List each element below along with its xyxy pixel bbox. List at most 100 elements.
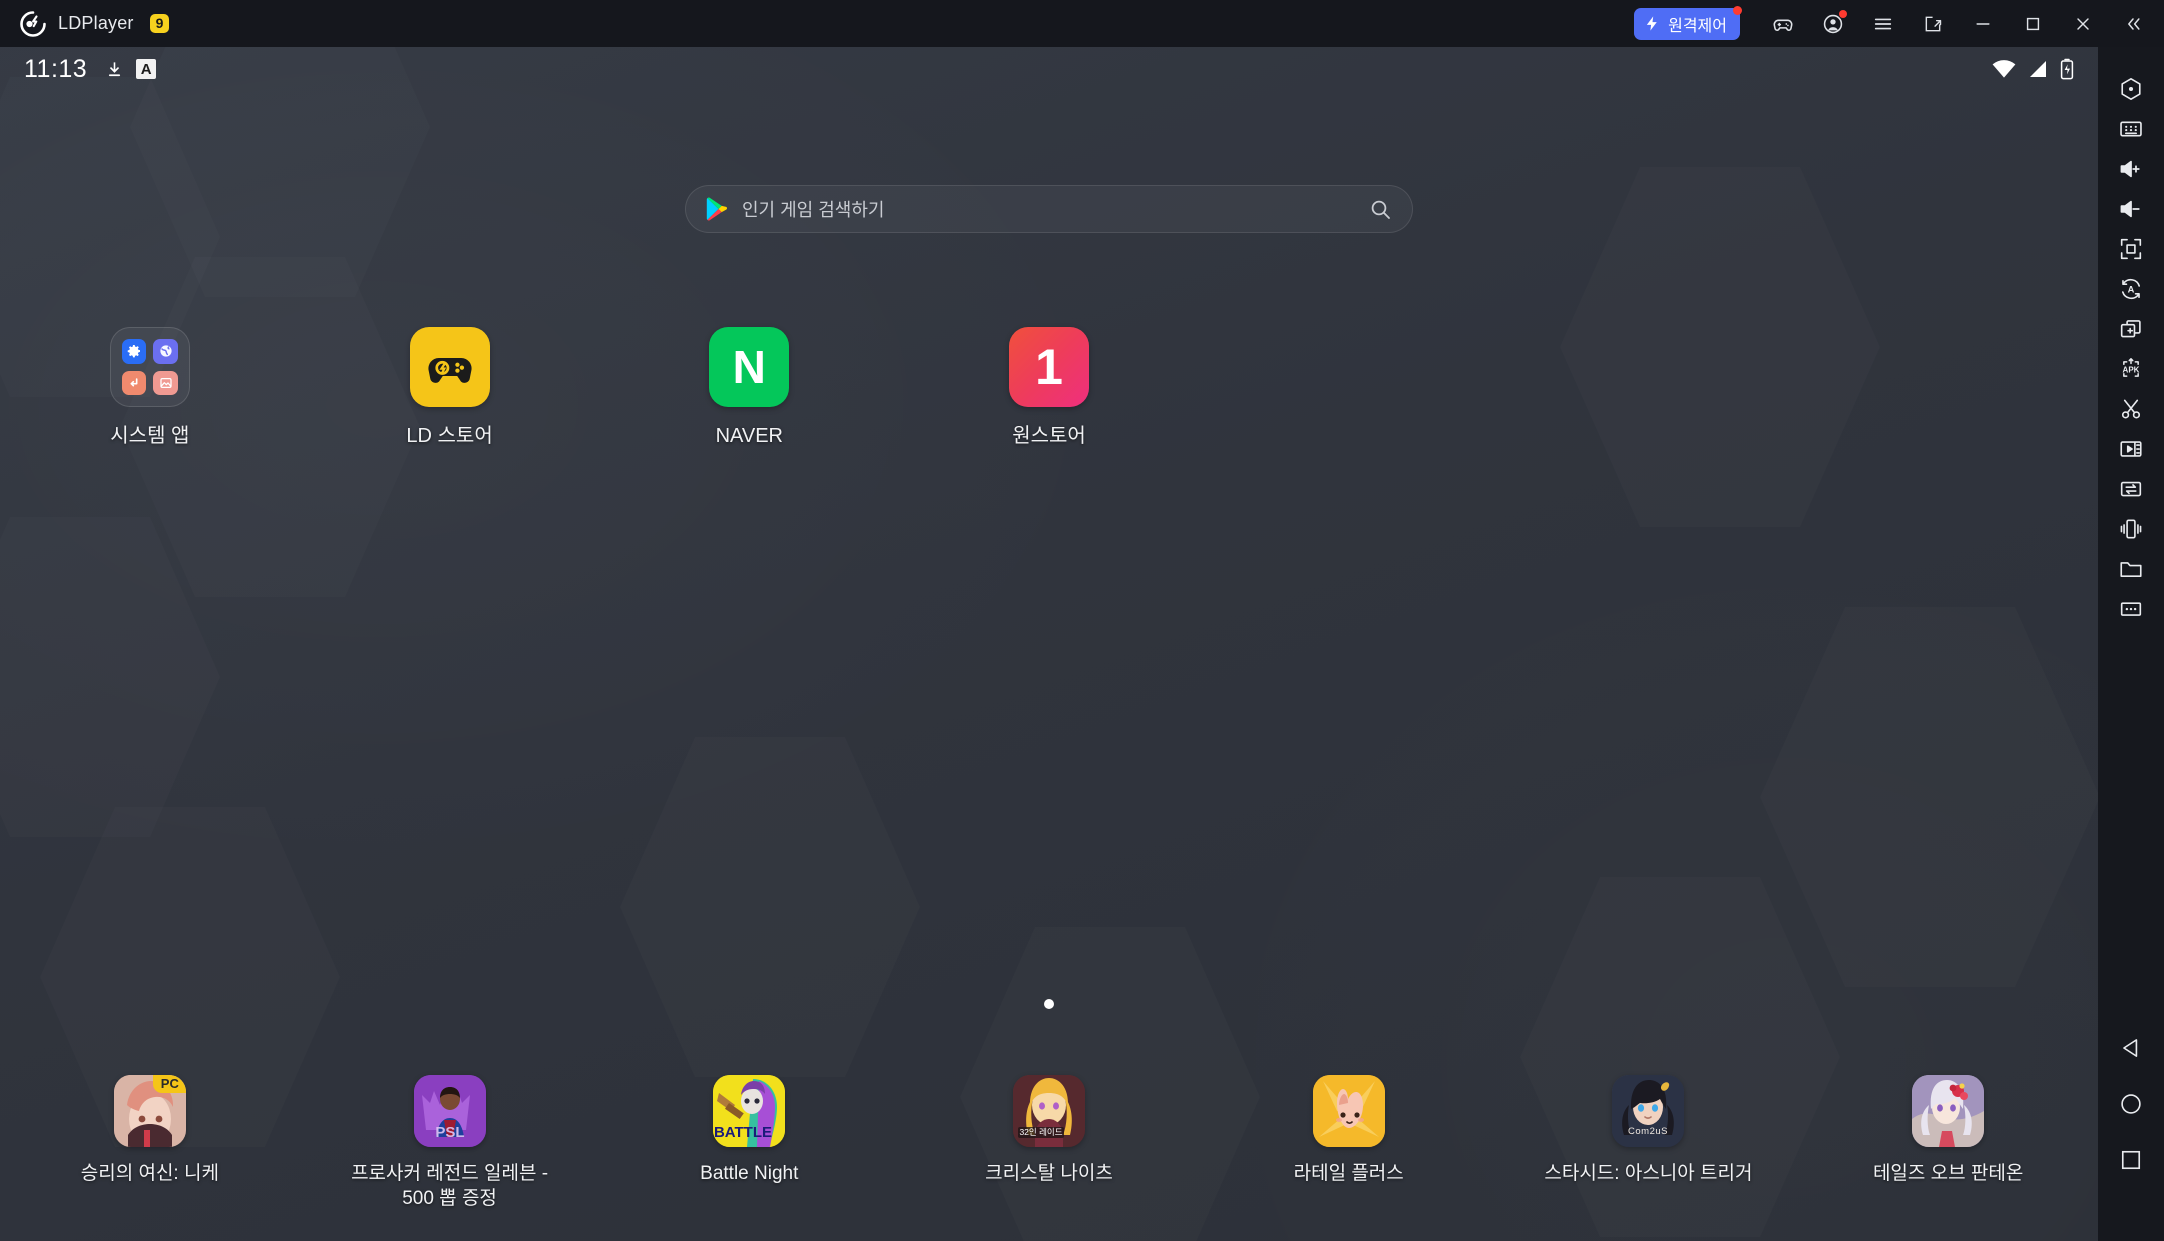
dock-app-pro-soccer[interactable]: PSL 프로사커 레전드 일레븐 - 500 뽑 증정 [300, 1074, 600, 1211]
android-back-icon [2118, 1035, 2144, 1061]
android-recents-button[interactable] [2118, 1147, 2144, 1173]
app-label: 원스토어 [1012, 425, 1086, 447]
search-icon[interactable] [1368, 197, 1392, 221]
one-store-glyph: 1 [1035, 339, 1063, 395]
sidebar-sync-transfer-button[interactable] [2104, 469, 2158, 509]
app-title: LDPlayer [58, 13, 134, 33]
dock-app-tales-of-pantheon[interactable]: 테일즈 오브 판테온 [1798, 1074, 2098, 1186]
remote-control-label: 원격제어 [1668, 17, 1727, 35]
svg-text:APK: APK [2123, 366, 2140, 375]
app-icon-system-apps[interactable]: 시스템 앱 [0, 327, 300, 449]
sidebar-volume-up-button[interactable] [2104, 149, 2158, 189]
settings-hexagon-icon [2118, 76, 2144, 102]
play-search-bar[interactable]: 인기 게임 검색하기 [685, 185, 1413, 233]
status-left-icons: A [105, 59, 157, 79]
svg-text:BATTLE: BATTLE [714, 1124, 772, 1141]
auto-rotate-icon: A [2118, 276, 2144, 302]
account-badge-dot [1839, 10, 1847, 18]
menu-button[interactable] [1858, 0, 1908, 47]
starseed-icon: Com2uS [1612, 1074, 1685, 1147]
page-indicator [0, 999, 2098, 1009]
app-icon-one-store[interactable]: 1 원스토어 [899, 327, 1199, 449]
latale-plus-icon [1312, 1074, 1385, 1147]
pro-soccer-icon: PSL [413, 1074, 486, 1147]
google-play-icon [706, 197, 728, 221]
sidebar-more-options-button[interactable] [2104, 589, 2158, 629]
app-label: 승리의 여신: 니케 [80, 1162, 219, 1184]
remote-control-button[interactable]: 원격제어 [1634, 5, 1742, 40]
window-titlebar: LDPlayer 9 원격제어 [0, 0, 2164, 47]
video-record-icon [2118, 436, 2144, 462]
dock-app-nikke[interactable]: PC 승리의 여신: 니케 [0, 1074, 300, 1186]
emulator-screen[interactable]: 11:13 A 인기 게임 검색하기 시스템 앱 LD 스토어 N NAVER … [0, 47, 2098, 1241]
collapse-sidebar-button[interactable] [2108, 0, 2158, 47]
sidebar-folder-button[interactable] [2104, 549, 2158, 589]
remote-control-badge-dot [1733, 5, 1742, 15]
app-icon-naver[interactable]: N NAVER [599, 327, 899, 449]
app-label: 테일즈 오브 판테온 [1872, 1162, 2024, 1184]
maximize-button[interactable] [2008, 0, 2058, 47]
play-search-placeholder: 인기 게임 검색하기 [742, 200, 885, 220]
page-dot-active[interactable] [1044, 999, 1054, 1009]
android-home-button[interactable] [2118, 1091, 2144, 1117]
app-grid-empty-slot [1499, 327, 1799, 449]
close-button[interactable] [2058, 0, 2108, 47]
sync-transfer-icon [2118, 476, 2144, 502]
sidebar-fullscreen-button[interactable] [2104, 229, 2158, 269]
lightning-icon [1644, 15, 1661, 32]
sidebar-screenshot-button[interactable] [2104, 389, 2158, 429]
ime-a-icon: A [136, 59, 157, 79]
status-time: 11:13 [24, 54, 88, 83]
app-label: Battle Night [700, 1162, 799, 1184]
emulator-sidebar: A APK [2098, 47, 2164, 1241]
status-right-icons [1992, 58, 2074, 80]
naver-glyph: N [732, 341, 766, 393]
dock-app-latale-plus[interactable]: 라테일 플러스 [1199, 1074, 1499, 1186]
dock-app-battle-night[interactable]: BATTLE Battle Night [599, 1074, 899, 1186]
naver-icon: N [709, 327, 790, 407]
screenshot-scissors-icon [2118, 396, 2144, 422]
titlebar-brand: LDPlayer 9 [0, 10, 170, 37]
android-status-bar: 11:13 A [0, 47, 2098, 91]
new-window-icon [1923, 14, 1943, 34]
hamburger-menu-icon [1872, 13, 1894, 35]
tales-of-pantheon-icon [1912, 1074, 1985, 1147]
svg-text:32인 레이드: 32인 레이드 [1019, 1127, 1062, 1137]
android-back-button[interactable] [2118, 1035, 2144, 1061]
gallery-icon [153, 370, 178, 395]
gamepad-icon [1772, 13, 1794, 35]
settings-gear-icon [121, 339, 147, 364]
new-window-button[interactable] [1908, 0, 1958, 47]
ldplayer-logo-icon [20, 10, 46, 37]
battery-charging-icon [2060, 58, 2074, 80]
sidebar-video-record-button[interactable] [2104, 429, 2158, 469]
app-label: 프로사커 레전드 일레븐 - 500 뽑 증정 [351, 1162, 549, 1209]
gamepad-button[interactable] [1758, 0, 1808, 47]
app-label: 스타시드: 아스니아 트리거 [1544, 1162, 1753, 1184]
crystal-knights-icon: 32인 레이드 [1012, 1074, 1085, 1147]
dock-app-crystal-knights[interactable]: 32인 레이드 크리스탈 나이츠 [899, 1074, 1199, 1186]
sidebar-auto-rotate-button[interactable]: A [2104, 269, 2158, 309]
multi-instance-icon [2118, 316, 2144, 342]
shake-icon [2118, 516, 2144, 542]
version-badge: 9 [149, 13, 170, 34]
sidebar-volume-down-button[interactable] [2104, 189, 2158, 229]
account-button[interactable] [1808, 0, 1858, 47]
sidebar-multi-instance-button[interactable] [2104, 309, 2158, 349]
sidebar-shake-button[interactable] [2104, 509, 2158, 549]
sidebar-keyboard-button[interactable] [2104, 109, 2158, 149]
home-dock: PC 승리의 여신: 니케 PSL 프로사커 레전드 일레븐 - 500 뽑 증… [0, 1074, 2098, 1211]
minimize-button[interactable] [1958, 0, 2008, 47]
minimize-icon [1973, 14, 1993, 34]
app-icon-ld-store[interactable]: LD 스토어 [300, 327, 600, 449]
android-recents-icon [2118, 1147, 2144, 1173]
file-manager-icon [121, 370, 147, 395]
app-label: 크리스탈 나이츠 [985, 1162, 1113, 1184]
browser-globe-icon [153, 339, 178, 364]
sidebar-settings-hexagon-button[interactable] [2104, 69, 2158, 109]
apk-install-icon: APK [2118, 356, 2144, 382]
one-store-icon: 1 [1008, 327, 1089, 407]
android-nav-buttons [2118, 1035, 2144, 1241]
sidebar-apk-install-button[interactable]: APK [2104, 349, 2158, 389]
dock-app-starseed[interactable]: Com2uS 스타시드: 아스니아 트리거 [1499, 1074, 1799, 1186]
